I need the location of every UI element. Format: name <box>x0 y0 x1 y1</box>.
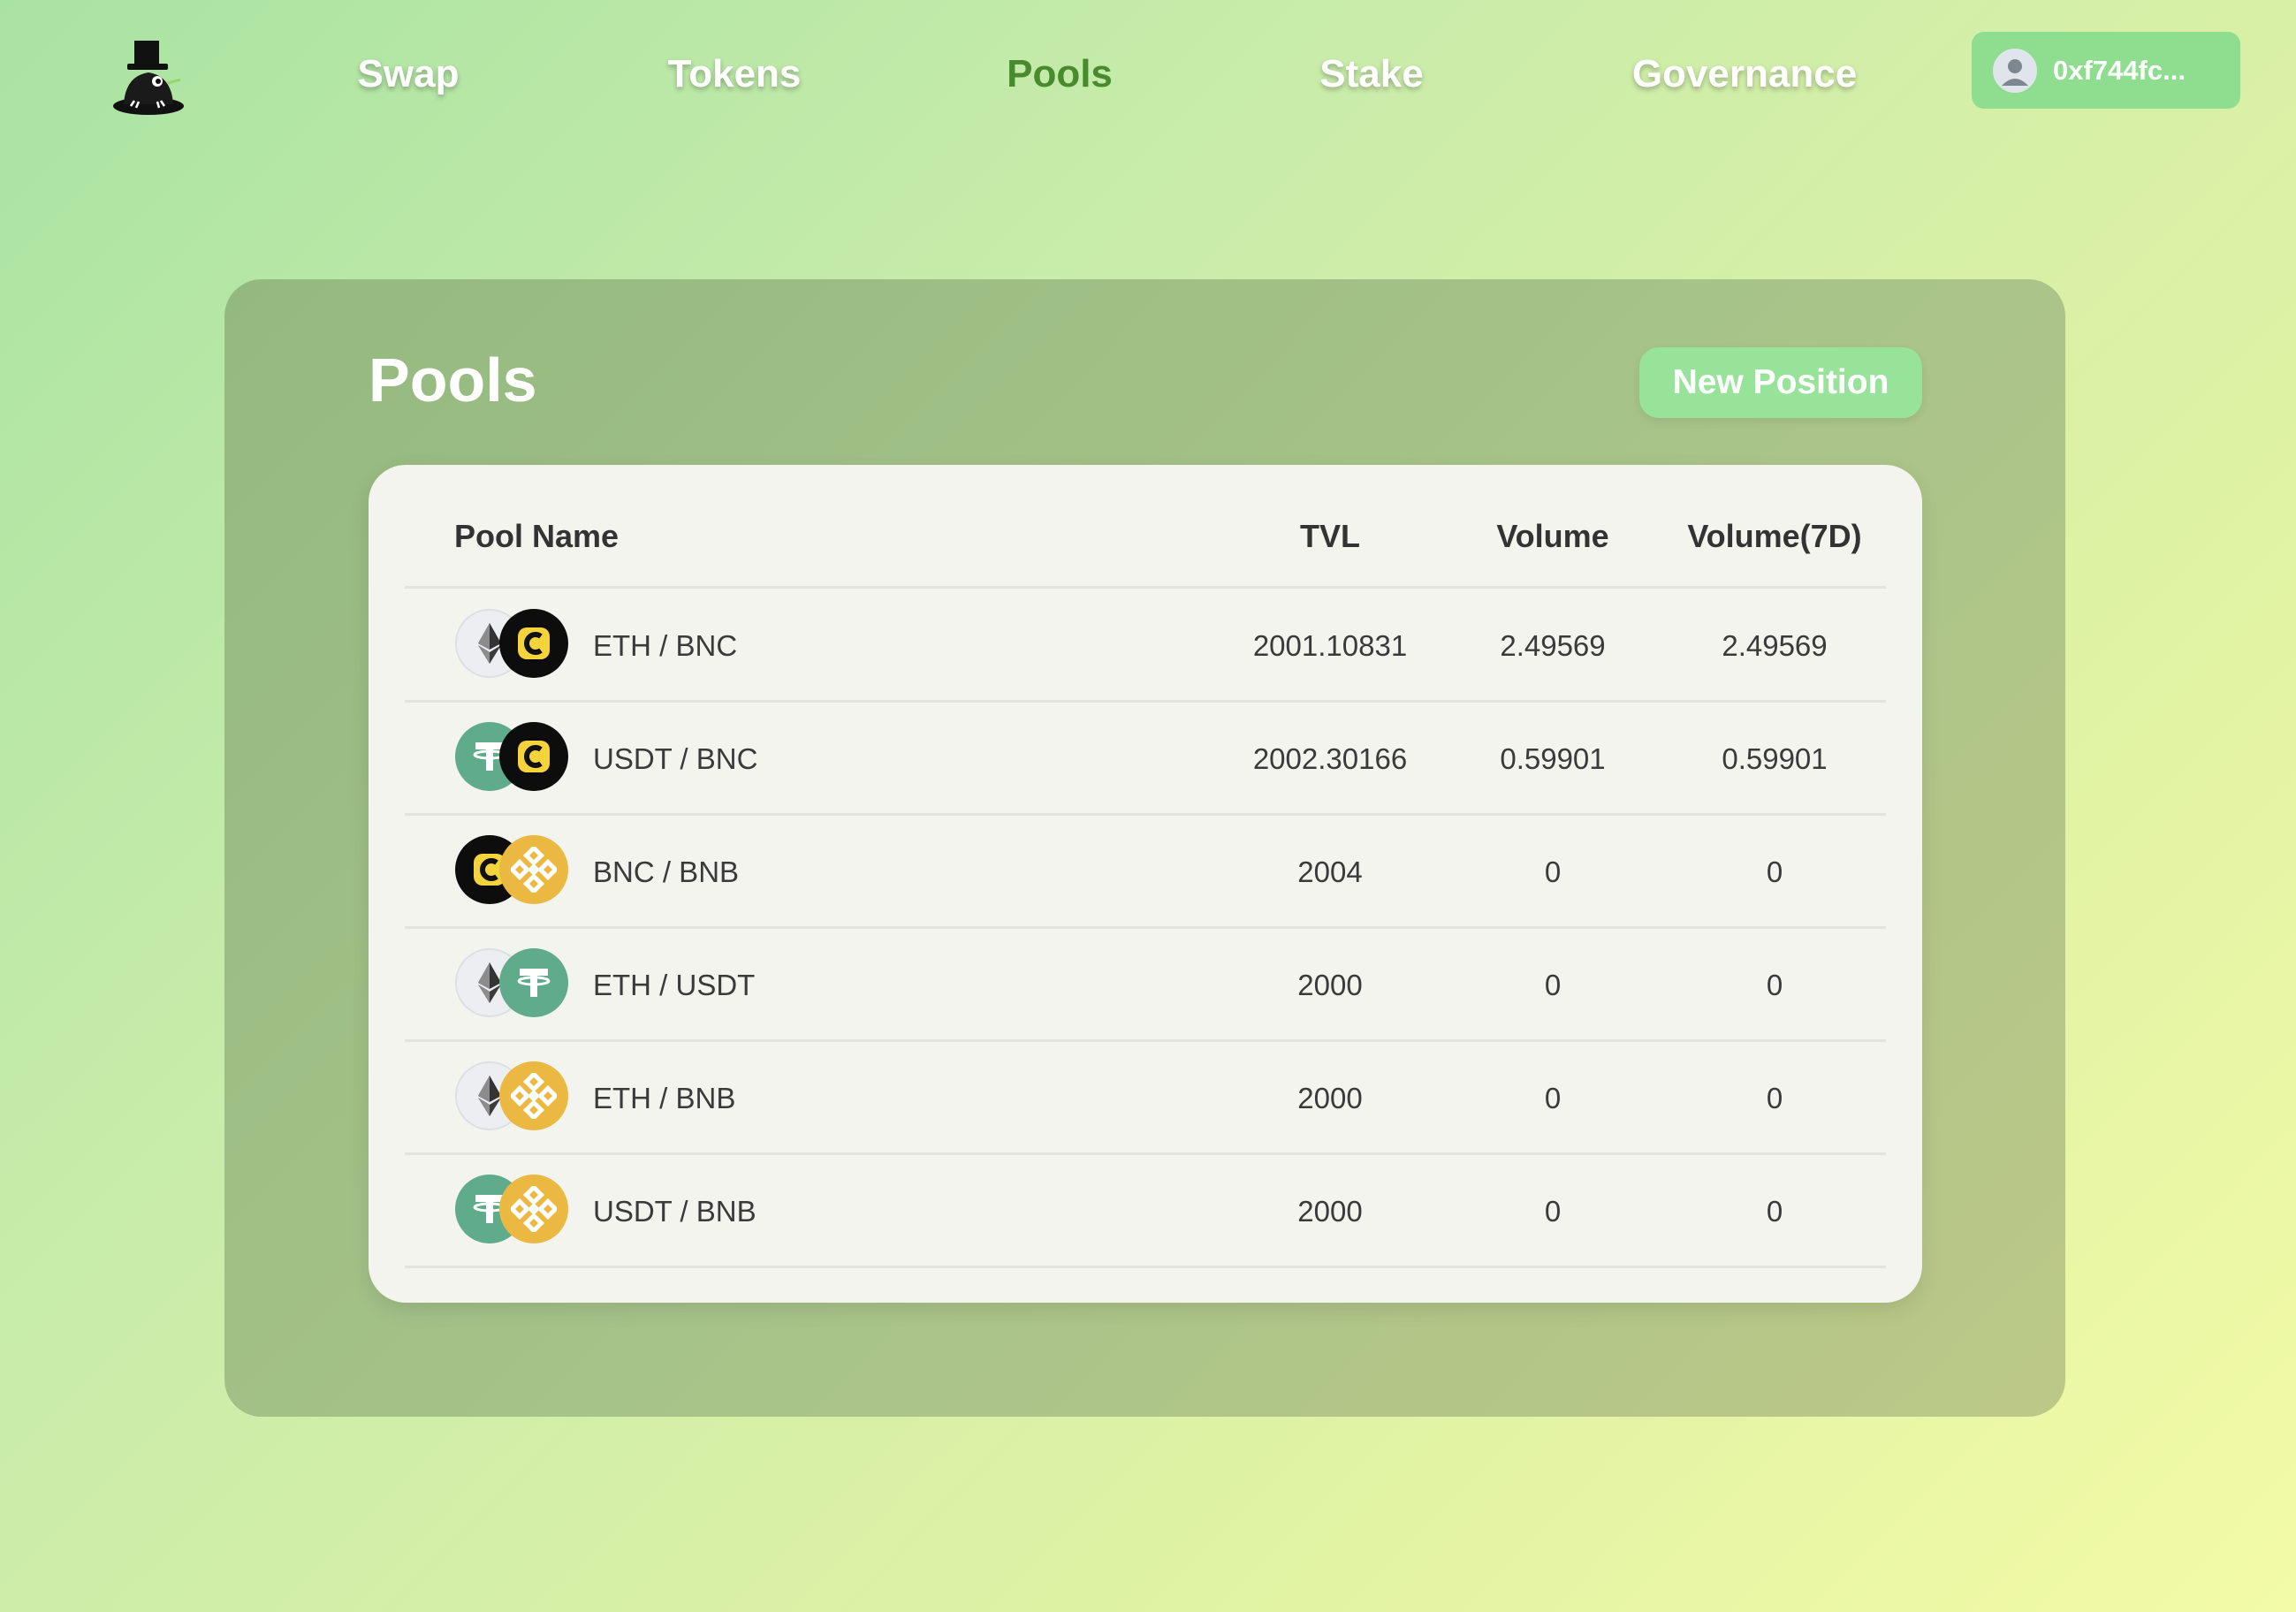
pool-volume: 0 <box>1544 1082 1562 1114</box>
pool-tvl: 2001.10831 <box>1252 629 1408 662</box>
pool-name: BNC / BNB <box>593 855 740 888</box>
header-volume[interactable]: Volume <box>1496 518 1608 555</box>
table-row[interactable]: ETH / BNC 2001.10831 2.49569 2.49569 <box>405 589 1886 703</box>
user-avatar-icon <box>1993 48 2037 93</box>
pool-tvl: 2002.30166 <box>1252 742 1408 775</box>
pool-volume-7d: 0 <box>1766 855 1783 888</box>
pool-name: ETH / USDT <box>593 969 756 1001</box>
nav-stake[interactable]: Stake <box>1319 46 1423 103</box>
pool-volume: 0.59901 <box>1500 742 1606 775</box>
usdt-icon <box>499 948 568 1017</box>
pool-volume-7d: 0 <box>1766 1195 1783 1228</box>
table-row[interactable]: BNC / BNB 2004 0 0 <box>405 816 1886 929</box>
pool-name: USDT / BNB <box>593 1195 756 1228</box>
wallet-address: 0xf744fc... <box>2053 54 2186 86</box>
pool-tvl: 2004 <box>1297 855 1363 888</box>
bnb-icon <box>499 1061 568 1130</box>
pool-volume-7d: 0.59901 <box>1722 742 1828 775</box>
token-pair-icons <box>455 1175 570 1245</box>
table-row[interactable]: ETH / BNB 2000 0 0 <box>405 1042 1886 1155</box>
table-row[interactable]: ETH / USDT 2000 0 0 <box>405 929 1886 1042</box>
pool-tvl: 2000 <box>1297 1195 1363 1228</box>
new-position-button[interactable]: New Position <box>1639 347 1922 418</box>
mole-logo[interactable] <box>104 30 193 118</box>
page-title: Pools <box>369 346 537 414</box>
bnc-icon <box>499 609 568 678</box>
header-volume-7d[interactable]: Volume(7D) <box>1687 518 1861 555</box>
header-pool-name[interactable]: Pool Name <box>454 518 619 555</box>
nav-tokens[interactable]: Tokens <box>668 46 802 103</box>
token-pair-icons <box>455 609 570 680</box>
row-divider <box>405 1266 1886 1268</box>
pool-volume: 0 <box>1544 969 1562 1001</box>
table-row[interactable]: USDT / BNC 2002.30166 0.59901 0.59901 <box>405 703 1886 816</box>
pool-tvl: 2000 <box>1297 1082 1363 1114</box>
bnb-icon <box>499 835 568 904</box>
nav-swap[interactable]: Swap <box>358 46 460 103</box>
pool-name: ETH / BNB <box>593 1082 736 1114</box>
token-pair-icons <box>455 835 570 906</box>
pool-name: ETH / BNC <box>593 629 738 662</box>
pool-tvl: 2000 <box>1297 969 1363 1001</box>
bnb-icon <box>499 1175 568 1243</box>
pool-volume: 0 <box>1544 855 1562 888</box>
pool-volume: 2.49569 <box>1500 629 1606 662</box>
token-pair-icons <box>455 948 570 1019</box>
header-tvl[interactable]: TVL <box>1300 518 1360 555</box>
pool-volume-7d: 0 <box>1766 969 1783 1001</box>
token-pair-icons <box>455 722 570 793</box>
table-row[interactable]: USDT / BNB 2000 0 0 <box>405 1155 1886 1268</box>
pool-volume-7d: 2.49569 <box>1722 629 1828 662</box>
pool-name: USDT / BNC <box>593 742 758 775</box>
nav-pools[interactable]: Pools <box>1007 46 1113 103</box>
pool-volume: 0 <box>1544 1195 1562 1228</box>
nav-governance[interactable]: Governance <box>1632 46 1857 103</box>
wallet-button[interactable]: 0xf744fc... <box>1972 32 2240 109</box>
header-divider <box>405 586 1886 589</box>
token-pair-icons <box>455 1061 570 1132</box>
pool-volume-7d: 0 <box>1766 1082 1783 1114</box>
bnc-icon <box>499 722 568 791</box>
